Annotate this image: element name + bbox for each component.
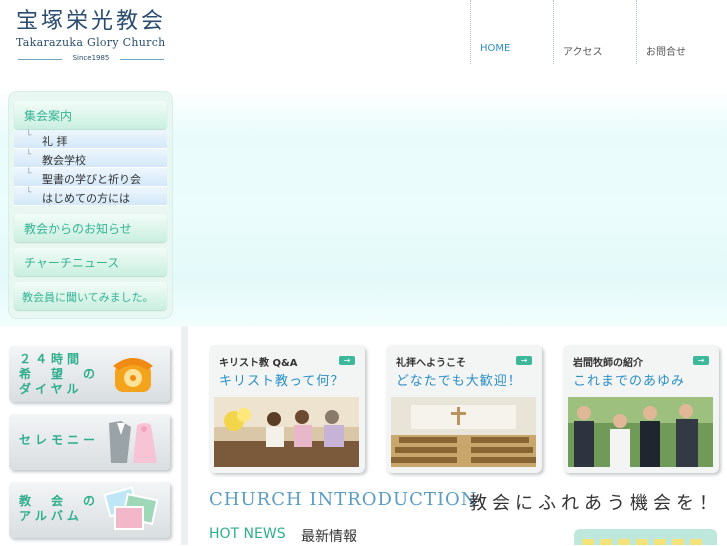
nav-home-label: HOME xyxy=(480,43,511,54)
hope-dial-label: ２４時間 希 望 の ダイヤル xyxy=(19,352,100,396)
arrow-right-icon: → xyxy=(339,356,355,365)
nav-contact-label: お問合せ xyxy=(646,47,686,58)
sidebar-item-meetings[interactable]: 集会案内 xyxy=(14,101,167,129)
logo-japanese: 宝塚栄光教会 xyxy=(16,9,167,34)
sidebar-item-label: 教会員に聞いてみました。 xyxy=(22,291,154,304)
sidebar-sub-label: 礼 拝 xyxy=(42,135,68,148)
nav-access-label: アクセス xyxy=(563,47,603,58)
card-pastor-intro[interactable]: 岩間牧師の紹介 → これまでのあゆみ xyxy=(563,345,719,473)
church-introduction-tagline: 教会にふれあう機会を！ xyxy=(469,493,722,514)
sidebar-item-member-interviews[interactable]: 教会員に聞いてみました。 xyxy=(14,282,167,310)
logo-since: Since1985 xyxy=(16,54,166,62)
ceremony-button[interactable]: セレモニー xyxy=(9,414,170,470)
card-christianity-qa[interactable]: キリスト教 Q&A → キリスト教って何？ xyxy=(209,345,365,473)
sidebar-sub-label: 教会学校 xyxy=(42,154,86,167)
sidebar-item-label: チャーチニュース xyxy=(24,256,120,270)
sidebar-sub-first-time[interactable]: はじめての方には xyxy=(14,187,167,206)
sidebar-item-label: 集会案内 xyxy=(24,109,73,123)
bible-study-photo xyxy=(214,397,359,467)
photo-album-icon xyxy=(103,486,159,530)
church-introduction-heading: CHURCH INTRODUCTION xyxy=(209,489,478,510)
wedding-attire-icon xyxy=(109,421,157,463)
site-logo[interactable]: 宝塚栄光教会 Takarazuka Glory Church Since1985 xyxy=(16,10,168,68)
top-navigation: HOME アクセス お問合せ xyxy=(470,0,719,64)
nav-contact[interactable]: お問合せ xyxy=(636,0,719,64)
card-subtitle: 礼拝へようこそ xyxy=(396,358,466,369)
card-subtitle: キリスト教 Q&A xyxy=(219,358,298,369)
calendar-widget[interactable] xyxy=(574,529,717,545)
album-button[interactable]: 教 会 の アルバム xyxy=(9,482,170,538)
hot-news-heading: HOT NEWS xyxy=(209,526,286,542)
sidebar-sub-church-school[interactable]: 教会学校 xyxy=(14,149,167,168)
nav-home[interactable]: HOME xyxy=(470,0,553,64)
sidebar-item-label: 教会からのお知らせ xyxy=(24,222,132,236)
logo-english: Takarazuka Glory Church xyxy=(16,36,166,49)
ceremony-label: セレモニー xyxy=(19,433,100,447)
card-welcome-worship[interactable]: 礼拝へようこそ → どなたでも大歓迎！ xyxy=(386,345,542,473)
card-title: キリスト教って何？ xyxy=(219,374,345,389)
card-title: これまでのあゆみ xyxy=(573,374,686,389)
sidebar-sub-worship[interactable]: 礼 拝 xyxy=(14,130,167,149)
sidebar-item-church-news[interactable]: チャーチニュース xyxy=(14,248,167,276)
arrow-right-icon: → xyxy=(693,356,709,365)
latest-news-heading: 最新情報 xyxy=(301,529,357,545)
telephone-icon xyxy=(113,358,153,392)
column-divider xyxy=(181,326,188,545)
sidebar-sub-bible-study[interactable]: 聖書の学びと祈り会 xyxy=(14,168,167,187)
sidebar-sub-label: はじめての方には xyxy=(42,192,130,205)
sidebar-menu: 集会案内 礼 拝 教会学校 聖書の学びと祈り会 はじめての方には 教会からのお知… xyxy=(9,92,172,318)
pastor-family-photo xyxy=(568,397,713,467)
card-title: どなたでも大歓迎！ xyxy=(396,374,522,389)
chapel-photo xyxy=(391,397,536,467)
nav-access[interactable]: アクセス xyxy=(553,0,636,64)
hope-dial-button[interactable]: ２４時間 希 望 の ダイヤル xyxy=(9,346,170,402)
arrow-right-icon: → xyxy=(516,356,532,365)
card-subtitle: 岩間牧師の紹介 xyxy=(573,358,643,369)
sidebar-sub-label: 聖書の学びと祈り会 xyxy=(42,173,141,186)
sidebar-item-notices[interactable]: 教会からのお知らせ xyxy=(14,214,167,242)
album-label: 教 会 の アルバム xyxy=(19,494,100,523)
